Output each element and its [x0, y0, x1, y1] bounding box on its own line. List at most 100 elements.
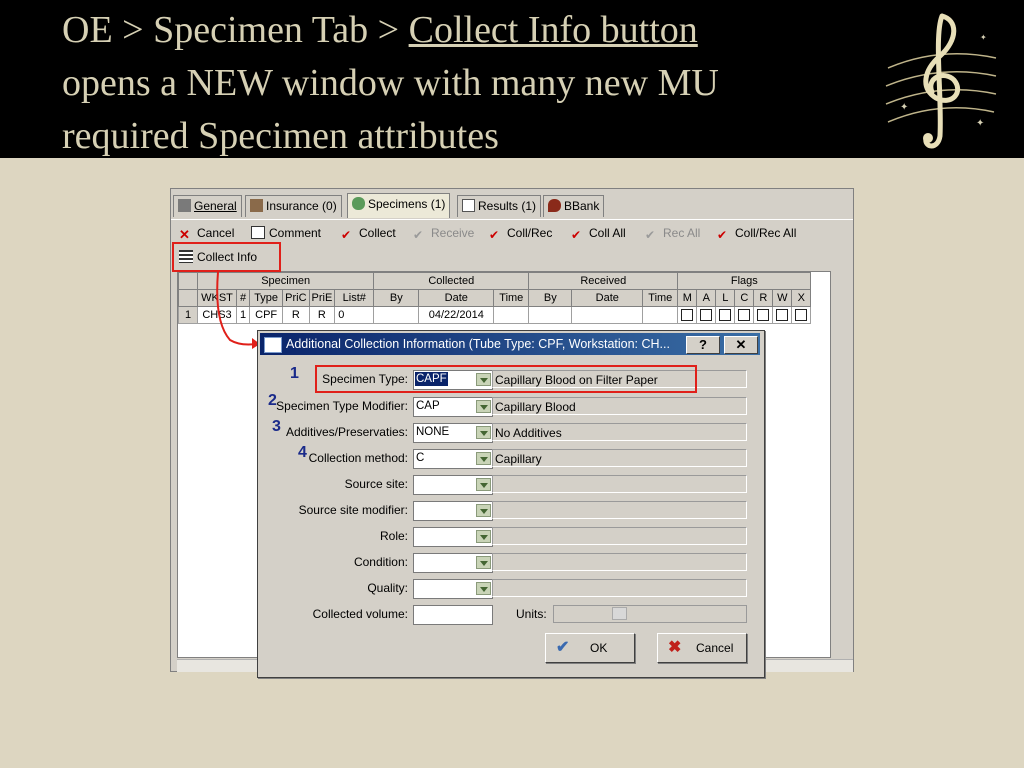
flag-x-checkbox[interactable]	[791, 306, 812, 324]
cancel-x-icon: ✖	[668, 639, 682, 656]
results-icon	[462, 199, 475, 212]
svg-text:✦: ✦	[900, 102, 908, 113]
svg-text:✦: ✦	[980, 33, 987, 42]
tab-general[interactable]: General	[173, 195, 242, 217]
col-header: By	[373, 289, 420, 307]
comment-button[interactable]: Comment	[251, 224, 321, 242]
dialog-cancel-button[interactable]: ✖ Cancel	[657, 633, 747, 663]
dialog-titlebar: Additional Collection Information (Tube …	[260, 333, 760, 355]
source-site-select[interactable]	[413, 475, 493, 495]
title-prefix: OE > Specimen Tab >	[62, 9, 409, 51]
field-description	[492, 527, 747, 545]
dropdown-arrow-icon[interactable]	[476, 400, 491, 413]
col-header: A	[696, 289, 717, 307]
collect-button[interactable]: ✔ Collect	[341, 224, 396, 242]
cell-pric[interactable]: R	[282, 306, 310, 324]
receive-button[interactable]: ✔ Receive	[413, 224, 474, 242]
collect-icon: ✔	[341, 228, 352, 242]
help-button[interactable]: ?	[686, 336, 720, 354]
flag-l-checkbox[interactable]	[715, 306, 736, 324]
dropdown-arrow-icon[interactable]	[476, 452, 491, 465]
tab-insurance[interactable]: Insurance (0)	[245, 195, 342, 217]
field-description: No Additives	[492, 423, 747, 441]
dropdown-arrow-icon[interactable]	[476, 556, 491, 569]
cell-collected-by[interactable]	[373, 306, 420, 324]
callout-number: 3	[272, 418, 281, 435]
dropdown-arrow-icon[interactable]	[476, 582, 491, 595]
group-received: Received	[528, 272, 679, 290]
tab-bbank[interactable]: BBank	[543, 195, 605, 217]
col-header: Time	[493, 289, 530, 307]
svg-text:✦: ✦	[976, 118, 984, 129]
general-icon	[178, 199, 191, 212]
callout-number: 4	[298, 444, 307, 461]
treble-clef-logo-icon: ✦ ✦ ✦	[885, 13, 997, 149]
quality-select[interactable]	[413, 579, 493, 599]
flag-m-checkbox[interactable]	[677, 306, 698, 324]
dropdown-arrow-icon[interactable]	[476, 478, 491, 491]
tab-specimens[interactable]: Specimens (1)	[347, 193, 451, 218]
group-flags: Flags	[677, 272, 812, 290]
table-row[interactable]: 1 CHS3 1 CPF R R 0 04/22/2014	[178, 306, 812, 324]
dropdown-arrow-icon[interactable]	[612, 607, 627, 620]
flag-a-checkbox[interactable]	[696, 306, 717, 324]
cell-collected-time[interactable]	[493, 306, 530, 324]
flag-c-checkbox[interactable]	[734, 306, 755, 324]
cancel-button[interactable]: ✕ Cancel	[179, 224, 234, 242]
cell-list[interactable]: 0	[334, 306, 375, 324]
cell-prie[interactable]: R	[308, 306, 336, 324]
coll-rec-icon: ✔	[489, 228, 500, 242]
col-header: Date	[418, 289, 495, 307]
field-label: Source site modifier:	[298, 503, 408, 517]
flag-w-checkbox[interactable]	[772, 306, 793, 324]
source-site-modifier-select[interactable]	[413, 501, 493, 521]
col-header: PriC	[282, 289, 310, 307]
flag-r-checkbox[interactable]	[753, 306, 774, 324]
dropdown-arrow-icon[interactable]	[476, 530, 491, 543]
ok-button[interactable]: ✔ OK	[545, 633, 635, 663]
role-select[interactable]	[413, 527, 493, 547]
field-description	[492, 501, 747, 519]
units-label: Units:	[516, 607, 547, 621]
coll-all-button[interactable]: ✔ Coll All	[571, 224, 626, 242]
dropdown-arrow-icon[interactable]	[476, 504, 491, 517]
condition-select[interactable]	[413, 553, 493, 573]
field-label: Collected volume:	[312, 607, 408, 621]
col-header: List#	[334, 289, 375, 307]
cell-collected-date[interactable]: 04/22/2014	[418, 306, 495, 324]
field-row-collected-volume: Collected volume: Units:	[258, 603, 764, 625]
tab-results[interactable]: Results (1)	[457, 195, 542, 217]
cell-received-time[interactable]	[642, 306, 679, 324]
field-description: Capillary Blood	[492, 397, 747, 415]
coll-rec-button[interactable]: ✔ Coll/Rec	[489, 224, 552, 242]
title-link: Collect Info button	[408, 9, 698, 51]
coll-rec-all-button[interactable]: ✔ Coll/Rec All	[717, 224, 796, 242]
field-row-role: Role:	[258, 525, 764, 547]
dropdown-arrow-icon[interactable]	[476, 426, 491, 439]
additives-select[interactable]: NONE	[413, 423, 493, 443]
collection-method-select[interactable]: C	[413, 449, 493, 469]
window-icon	[264, 337, 282, 353]
checkmark-icon: ✔	[556, 639, 570, 656]
comment-icon	[251, 226, 265, 239]
field-label: Source site:	[344, 477, 408, 491]
field-label: Quality:	[367, 581, 408, 595]
bbank-icon	[548, 199, 561, 212]
rec-all-button[interactable]: ✔ Rec All	[645, 224, 700, 242]
col-header: Date	[571, 289, 644, 307]
col-header: L	[715, 289, 736, 307]
field-row-specimen-type-modifier: 2 Specimen Type Modifier: CAP Capillary …	[258, 392, 764, 417]
col-header: X	[791, 289, 812, 307]
rec-all-icon: ✔	[645, 228, 656, 242]
field-description: Capillary	[492, 449, 747, 467]
units-select[interactable]	[553, 605, 747, 623]
col-header: C	[734, 289, 755, 307]
cell-received-date[interactable]	[571, 306, 644, 324]
cell-received-by[interactable]	[528, 306, 573, 324]
title-line-2: opens a NEW window with many new MU	[62, 62, 719, 104]
callout-number: 1	[290, 365, 299, 382]
slide-title: OE > Specimen Tab > Collect Info button …	[62, 4, 862, 163]
close-button[interactable]: ✕	[724, 336, 758, 354]
specimen-type-modifier-select[interactable]: CAP	[413, 397, 493, 417]
collected-volume-input[interactable]	[413, 605, 493, 625]
